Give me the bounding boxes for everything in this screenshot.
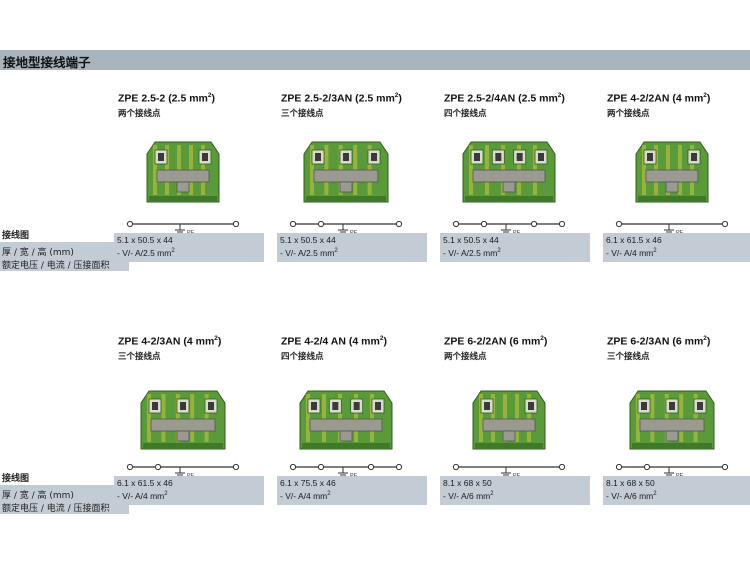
product-card: ZPE 4-2/3AN (4 mm2)三个接线点PE6.1 x 61.5 x 4…: [102, 335, 264, 525]
spec-box: 5.1 x 50.5 x 44 - V/- A/2.5 mm2: [440, 233, 590, 262]
product-title-end: ): [706, 335, 711, 348]
product-title-end: ): [383, 335, 387, 348]
rating-sup: 2: [334, 248, 338, 255]
spec-box: 6.1 x 61.5 x 46 - V/- A/4 mm2: [114, 476, 264, 505]
dimensions-value: 8.1 x 68 x 50: [443, 478, 492, 488]
product-title-text: ZPE 4-2/3AN (4 mm: [118, 335, 215, 348]
rating-sup: 2: [327, 491, 331, 498]
rating-sup: 2: [653, 491, 657, 498]
wiring-label-row1: 接线图: [2, 231, 30, 241]
terminal-block-image: [462, 141, 556, 203]
product-title-end: ): [561, 92, 565, 105]
rating-value: - V/- A/4 mm2: [117, 491, 168, 501]
dimensions-value: 6.1 x 61.5 x 46: [117, 478, 173, 488]
dimensions-label-row2: 厚 / 宽 / 高 (mm): [2, 491, 74, 501]
product-title-end: ): [211, 92, 216, 105]
dimensions-value: 6.1 x 61.5 x 46: [606, 235, 662, 245]
terminal-block-image: [303, 141, 389, 203]
dimensions-value: 8.1 x 68 x 50: [606, 478, 655, 488]
rating-text: - V/- A/2.5 mm: [280, 248, 335, 258]
terminal-block-image: [629, 390, 715, 450]
rating-sup: 2: [164, 491, 168, 498]
dimensions-value: 5.1 x 50.5 x 44: [117, 235, 173, 245]
product-title: ZPE 6-2/3AN (6 mm2): [607, 335, 710, 348]
spec-box: 6.1 x 61.5 x 46 - V/- A/4 mm2: [603, 233, 750, 262]
rating-text: - V/- A/6 mm: [443, 491, 491, 501]
connection-points-label: 两个接线点: [607, 109, 650, 119]
wiring-label-row2: 接线图: [2, 474, 30, 484]
terminal-block-image: [299, 390, 393, 450]
product-title-text: ZPE 2.5-2 (2.5 mm: [118, 92, 208, 105]
product-card: ZPE 6-2/2AN (6 mm2)两个接线点PE8.1 x 68 x 50-…: [428, 335, 590, 525]
product-card: ZPE 6-2/3AN (6 mm2)三个接线点PE8.1 x 68 x 50-…: [591, 335, 750, 525]
terminal-block-image: [146, 141, 220, 203]
product-title: ZPE 4-2/3AN (4 mm2): [118, 335, 221, 348]
product-title-text: ZPE 2.5-2/4AN (2.5 mm: [444, 92, 558, 105]
dimensions-value: 5.1 x 50.5 x 44: [280, 235, 336, 245]
product-title-end: ): [706, 92, 711, 105]
rating-sup: 2: [497, 248, 501, 255]
rating-value: - V/- A/4 mm2: [280, 491, 331, 501]
product-title-text: ZPE 2.5-2/3AN (2.5 mm: [281, 92, 395, 105]
rating-sup: 2: [653, 248, 657, 255]
rating-sup: 2: [171, 248, 175, 255]
product-title: ZPE 2.5-2 (2.5 mm2): [118, 92, 215, 105]
rating-value: - V/- A/2.5 mm2: [280, 248, 338, 258]
product-title: ZPE 4-2/2AN (4 mm2): [607, 92, 710, 105]
terminal-block-image: [140, 390, 226, 450]
product-card: ZPE 2.5-2/3AN (2.5 mm2)三个接线点PE5.1 x 50.5…: [265, 92, 427, 282]
product-title-text: ZPE 4-2/2AN (4 mm: [607, 92, 704, 105]
rating-value: - V/- A/6 mm2: [443, 491, 494, 501]
rating-value: - V/- A/2.5 mm2: [117, 248, 175, 258]
rating-value: - V/- A/4 mm2: [606, 248, 657, 258]
product-card: ZPE 2.5-2/4AN (2.5 mm2)四个接线点PE5.1 x 50.5…: [428, 92, 590, 282]
connection-points-label: 两个接线点: [118, 109, 161, 119]
rating-text: - V/- A/4 mm: [280, 491, 328, 501]
product-title: ZPE 2.5-2/3AN (2.5 mm2): [281, 92, 402, 105]
product-title: ZPE 4-2/4 AN (4 mm2): [281, 335, 387, 348]
spec-box: 6.1 x 75.5 x 46 - V/- A/4 mm2: [277, 476, 427, 505]
section-header: 接地型接线端子: [0, 50, 750, 70]
dimensions-label-row1: 厚 / 宽 / 高 (mm): [2, 248, 74, 258]
dimensions-value: 6.1 x 75.5 x 46: [280, 478, 336, 488]
product-title-end: ): [543, 335, 548, 348]
spec-box: 5.1 x 50.5 x 44 - V/- A/2.5 mm2: [114, 233, 264, 262]
spec-box: 8.1 x 68 x 50 - V/- A/6 mm2: [603, 476, 750, 505]
connection-points-label: 四个接线点: [281, 352, 324, 362]
connection-points-label: 四个接线点: [444, 109, 487, 119]
section-title: 接地型接线端子: [3, 55, 91, 70]
product-title-text: ZPE 6-2/2AN (6 mm: [444, 335, 541, 348]
rating-text: - V/- A/2.5 mm: [443, 248, 498, 258]
product-title: ZPE 2.5-2/4AN (2.5 mm2): [444, 92, 565, 105]
connection-points-label: 三个接线点: [281, 109, 324, 119]
dimensions-value: 5.1 x 50.5 x 44: [443, 235, 499, 245]
rating-value: - V/- A/2.5 mm2: [443, 248, 501, 258]
product-title-text: ZPE 4-2/4 AN (4 mm: [281, 335, 380, 348]
product-title: ZPE 6-2/2AN (6 mm2): [444, 335, 547, 348]
product-title-end: ): [398, 92, 402, 105]
ratings-label-row1: 额定电压 / 电流 / 压接面积: [2, 261, 110, 271]
spec-box: 5.1 x 50.5 x 44 - V/- A/2.5 mm2: [277, 233, 427, 262]
connection-points-label: 三个接线点: [607, 352, 650, 362]
terminal-block-image: [635, 141, 709, 203]
connection-points-label: 三个接线点: [118, 352, 161, 362]
product-card: ZPE 4-2/4 AN (4 mm2)四个接线点PE6.1 x 75.5 x …: [265, 335, 427, 525]
terminal-block-image: [472, 390, 546, 450]
spec-box: 8.1 x 68 x 50 - V/- A/6 mm2: [440, 476, 590, 505]
product-card: ZPE 4-2/2AN (4 mm2)两个接线点PE6.1 x 61.5 x 4…: [591, 92, 750, 282]
ratings-label-row2: 额定电压 / 电流 / 压接面积: [2, 504, 110, 514]
product-title-end: ): [217, 335, 222, 348]
product-card: ZPE 2.5-2 (2.5 mm2)两个接线点PE5.1 x 50.5 x 4…: [102, 92, 264, 282]
rating-text: - V/- A/2.5 mm: [117, 248, 172, 258]
rating-text: - V/- A/4 mm: [606, 248, 654, 258]
rating-value: - V/- A/6 mm2: [606, 491, 657, 501]
rating-text: - V/- A/4 mm: [117, 491, 165, 501]
rating-text: - V/- A/6 mm: [606, 491, 654, 501]
connection-points-label: 两个接线点: [444, 352, 487, 362]
rating-sup: 2: [490, 491, 494, 498]
product-title-text: ZPE 6-2/3AN (6 mm: [607, 335, 704, 348]
